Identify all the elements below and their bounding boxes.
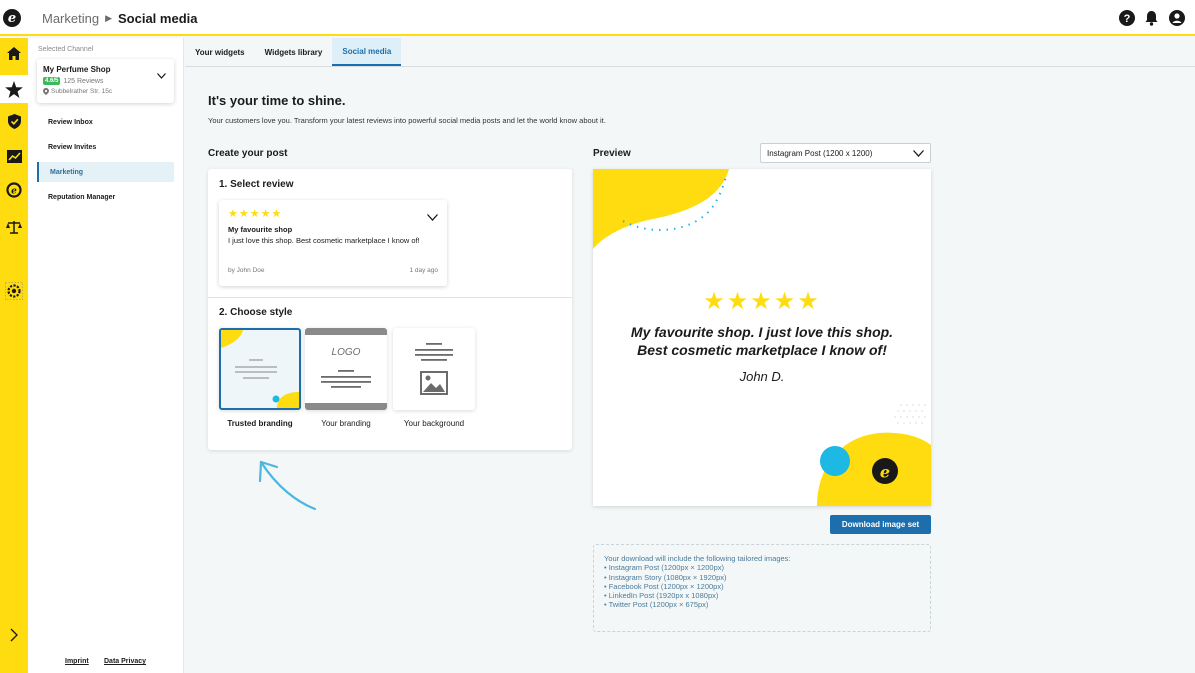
data-privacy-link[interactable]: Data Privacy [104,658,146,665]
breadcrumb-separator-icon: ▶ [105,13,112,23]
bell-icon[interactable] [1143,9,1160,26]
preview-author: John D. [739,369,785,384]
tab-social-media[interactable]: Social media [332,38,402,66]
selected-channel-label: Selected Channel [38,46,94,53]
pointer-arrow-icon [258,460,317,511]
preview-quote-text: My favourite shop. I just love this shop… [630,324,894,358]
info-item: • Instagram Story (1080px × 1920px) [604,572,727,582]
chevron-down-icon[interactable] [427,208,438,221]
review-age: 1 day ago [409,267,438,274]
style-your-background[interactable] [393,328,475,410]
sidebar-item-review-inbox[interactable]: Review Inbox [37,112,174,132]
sidebar-item-marketing[interactable]: Marketing [37,162,174,182]
user-icon[interactable] [1168,9,1185,26]
app-rail: e [0,38,28,673]
format-select-value: Instagram Post (1200 x 1200) [767,148,873,158]
shield-icon[interactable] [5,112,23,130]
svg-text:e: e [11,187,17,197]
info-item: • Facebook Post (1200px × 1200px) [604,581,724,591]
home-icon[interactable] [5,44,23,62]
review-title: My favourite shop [228,225,293,234]
review-body: I just love this shop. Best cosmetic mar… [228,236,420,245]
info-title: Your download will include the following… [604,554,791,563]
preview-quote: My favourite shop. I just love this shop… [593,323,931,359]
chevron-down-icon [157,66,166,79]
review-stars: ★★★★★ [228,208,283,220]
help-icon[interactable]: ? [1118,9,1135,26]
page-title: It's your time to shine. [208,93,346,108]
preview-title: Preview [593,148,631,159]
channel-selector[interactable]: My Perfume Shop 4.6/5 125 Reviews Subbel… [37,59,174,103]
create-post-title: Create your post [208,148,288,159]
sub-sidebar: Selected Channel My Perfume Shop 4.6/5 1… [28,38,184,673]
logo-placeholder-text: LOGO [331,347,361,358]
choose-style-title: 2. Choose style [219,307,293,318]
tab-bar: Your widgets Widgets library Social medi… [185,38,1195,67]
select-review-title: 1. Select review [219,179,294,190]
breadcrumb-current: Social media [118,11,198,26]
chevron-down-icon [913,150,924,157]
trustpilot-logo-icon[interactable]: e [3,9,21,27]
style-label-your-branding: Your branding [321,419,371,428]
review-selector[interactable]: ★★★★★ My favourite shop I just love this… [219,200,447,286]
expand-rail-chevron-icon[interactable] [8,628,20,642]
download-image-set-button[interactable]: Download image set [830,515,931,534]
info-item: • Instagram Post (1200px × 1200px) [604,563,724,573]
style-label-your-background: Your background [403,419,465,428]
chart-icon[interactable] [5,147,23,165]
download-info-box: Your download will include the following… [593,544,931,632]
star-icon[interactable] [0,75,28,103]
trustpilot-icon[interactable]: e [5,181,23,199]
imprint-link[interactable]: Imprint [65,658,89,665]
channel-name: My Perfume Shop [43,65,111,74]
sidebar-item-review-invites[interactable]: Review Invites [37,137,174,157]
sidebar-item-reputation-manager[interactable]: Reputation Manager [37,187,174,207]
create-post-card: 1. Select review ★★★★★ My favourite shop… [208,169,572,450]
svg-text:?: ? [1123,13,1130,25]
preview-image: e ★★★★★ My favourite shop. I just love t… [593,169,931,506]
top-bar: e Marketing ▶ Social media ? [0,0,1195,36]
scales-icon[interactable] [5,218,23,236]
channel-rating: 4.6/5 125 Reviews [43,77,103,85]
section-divider [208,297,572,298]
breadcrumb-marketing[interactable]: Marketing [42,11,99,26]
review-count: 125 Reviews [63,77,104,85]
page-subtitle: Your customers love you. Transform your … [208,116,606,125]
settings-icon[interactable] [5,282,23,300]
review-author: by John Doe [228,267,265,274]
channel-address: Subbelrather Str. 15c [43,88,112,95]
tab-your-widgets[interactable]: Your widgets [185,38,255,66]
your-branding-thumbnail [305,328,387,410]
top-icons: ? [1118,9,1185,26]
rating-badge: 4.6/5 [43,77,61,85]
style-your-branding[interactable]: LOGO [305,328,387,410]
location-pin-icon [43,88,49,95]
svg-text:e: e [880,463,890,482]
style-label-trusted-branding: Trusted branding [227,419,293,428]
trusted-branding-thumbnail [221,330,299,408]
info-item: • Twitter Post (1200px × 675px) [604,600,709,610]
format-select[interactable]: Instagram Post (1200 x 1200) [760,143,931,163]
info-item: • LinkedIn Post (1920px x 1080px) [604,591,719,601]
style-trusted-branding[interactable] [219,328,301,410]
tab-widgets-library[interactable]: Widgets library [255,38,333,66]
breadcrumb: Marketing ▶ Social media [42,11,197,26]
preview-stars: ★★★★★ [703,288,821,315]
your-background-thumbnail [415,343,453,395]
image-placeholder-icon [420,371,448,395]
